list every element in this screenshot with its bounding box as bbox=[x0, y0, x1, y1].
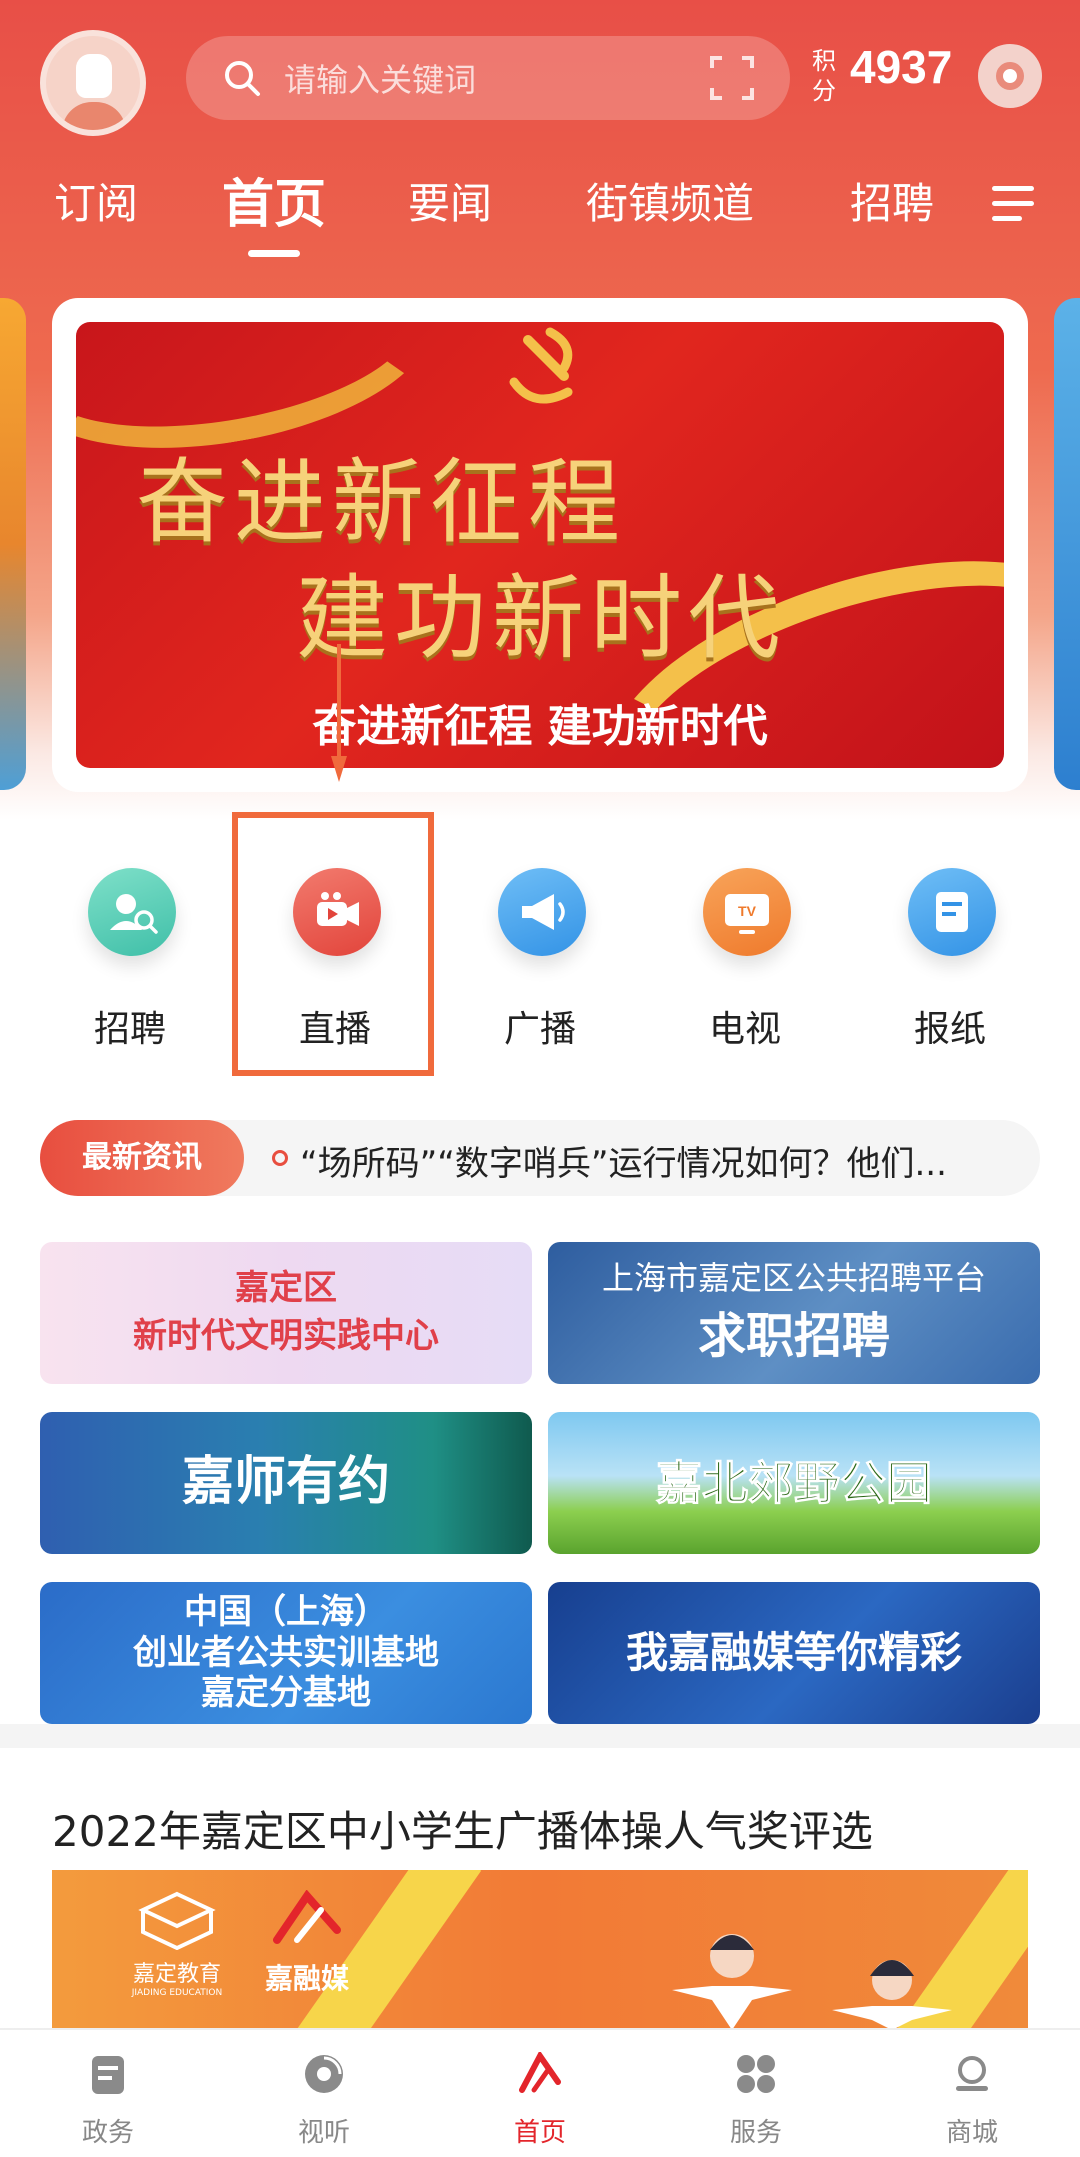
news-ticker[interactable]: 最新资讯 “场所码”“数字哨兵”运行情况如何？他们... bbox=[40, 1120, 1040, 1196]
banner-carousel[interactable]: 奋进新征程 建功新时代 奋进新征程 建功新时代 bbox=[76, 322, 1004, 768]
quick-link-tv[interactable]: TV 电视 bbox=[645, 830, 845, 1070]
banner-slogan-line1: 奋进新征程 bbox=[136, 449, 627, 556]
message-icon[interactable] bbox=[978, 44, 1042, 108]
points-value[interactable]: 4937 bbox=[850, 40, 952, 94]
section-divider bbox=[0, 1724, 1080, 1748]
rong-logo-text: 嘉融媒 bbox=[264, 1962, 349, 1995]
quick-link-label: 报纸 bbox=[913, 1009, 986, 1050]
nav-media[interactable]: 视听 bbox=[216, 2030, 432, 2157]
promo-training-base[interactable]: 中国（上海） 创业者公共实训基地 嘉定分基地 bbox=[40, 1582, 532, 1724]
promo-civilization-center[interactable]: 嘉定区 新时代文明实践中心 bbox=[40, 1242, 532, 1384]
quick-link-label: 电视 bbox=[708, 1009, 781, 1050]
avatar[interactable] bbox=[40, 30, 146, 136]
quick-link-label: 广播 bbox=[503, 1009, 576, 1050]
bottom-navigation: 政务 视听 首页 服务 商城 bbox=[0, 2028, 1080, 2157]
tv-icon: TV bbox=[703, 868, 791, 956]
banner-slogan-line2: 建功新时代 bbox=[296, 565, 787, 672]
grid-icon bbox=[737, 2055, 775, 2093]
quick-link-newspaper[interactable]: 报纸 bbox=[850, 830, 1050, 1070]
broadcast-megaphone-icon bbox=[498, 868, 586, 956]
edu-logo-text: 嘉定教育 bbox=[132, 1962, 221, 1987]
svg-text:TV: TV bbox=[738, 903, 757, 919]
home-logo-icon bbox=[519, 2052, 561, 2093]
top-bar: 请输入关键词 积分 4937 bbox=[0, 30, 1080, 140]
edu-logo-subtext: JIADING EDUCATION bbox=[131, 1988, 223, 1998]
newspaper-icon bbox=[908, 868, 996, 956]
tab-home[interactable]: 首页 bbox=[222, 162, 326, 237]
tab-town-channel[interactable]: 街镇频道 bbox=[586, 170, 754, 231]
tab-recruit[interactable]: 招聘 bbox=[850, 170, 934, 231]
nav-label: 政务 bbox=[81, 2118, 134, 2148]
tab-subscribe[interactable]: 订阅 bbox=[54, 170, 138, 231]
disc-icon bbox=[305, 2055, 343, 2093]
nav-mall[interactable]: 商城 bbox=[864, 2030, 1080, 2157]
nav-label: 服务 bbox=[729, 2118, 782, 2148]
nav-label: 视听 bbox=[297, 2118, 350, 2148]
search-bar[interactable]: 请输入关键词 bbox=[186, 36, 790, 120]
promo-title: 嘉师有约 bbox=[181, 1452, 390, 1513]
nav-label: 首页 bbox=[513, 2118, 566, 2148]
tab-news[interactable]: 要闻 bbox=[408, 170, 492, 231]
document-icon bbox=[92, 2056, 124, 2094]
nav-label: 商城 bbox=[945, 2118, 998, 2148]
promo-subtitle: 求职招聘 bbox=[697, 1308, 890, 1365]
channel-tabs: 订阅 首页 要闻 街镇频道 招聘 bbox=[0, 160, 1080, 260]
article-title[interactable]: 2022年嘉定区中小学生广播体操人气奖评选 bbox=[52, 1798, 873, 1859]
bullet-icon bbox=[272, 1150, 288, 1166]
promo-media-center[interactable]: 我嘉融媒等你精彩 bbox=[548, 1582, 1040, 1724]
promo-title: 嘉定区 bbox=[235, 1267, 337, 1308]
menu-icon[interactable] bbox=[990, 184, 1036, 224]
promo-country-park[interactable]: 嘉北郊野公园 bbox=[548, 1412, 1040, 1554]
search-icon bbox=[225, 61, 260, 96]
jiarongmei-logo: 嘉融媒 bbox=[252, 1889, 362, 2010]
scan-icon[interactable] bbox=[708, 54, 756, 102]
jiading-education-logo: 嘉定教育 JIADING EDUCATION bbox=[122, 1890, 232, 2010]
quick-link-label: 招聘 bbox=[93, 1009, 166, 1050]
active-tab-indicator bbox=[248, 250, 300, 257]
party-emblem-icon bbox=[509, 327, 573, 404]
nav-home[interactable]: 首页 bbox=[432, 2030, 648, 2157]
user-shop-icon bbox=[956, 2056, 988, 2091]
annotation-arrow-icon bbox=[331, 644, 347, 782]
ticker-headline[interactable]: “场所码”“数字哨兵”运行情况如何？他们... bbox=[300, 1136, 1030, 1185]
quick-links: 招聘 直播 广播 TV 电视 报纸 bbox=[0, 830, 1080, 1080]
carousel-next-card[interactable] bbox=[1054, 298, 1080, 790]
annotation-highlight-box bbox=[232, 812, 434, 1076]
banner-caption: 奋进新征程 建功新时代 bbox=[312, 701, 768, 752]
promo-subtitle: 新时代文明实践中心 bbox=[133, 1316, 439, 1357]
quick-link-broadcast[interactable]: 广播 bbox=[440, 830, 640, 1070]
search-placeholder: 请输入关键词 bbox=[284, 61, 477, 99]
student-illustration-icon bbox=[672, 1934, 952, 2030]
promo-title: 中国（上海） bbox=[184, 1591, 388, 1632]
promo-subtitle: 嘉定分基地 bbox=[201, 1673, 371, 1714]
article-cover-image[interactable]: 嘉定教育 JIADING EDUCATION 嘉融媒 bbox=[52, 1870, 1028, 2030]
promo-title: 我嘉融媒等你精彩 bbox=[625, 1627, 962, 1677]
carousel-prev-card[interactable] bbox=[0, 298, 26, 790]
promo-job-platform[interactable]: 上海市嘉定区公共招聘平台 求职招聘 bbox=[548, 1242, 1040, 1384]
points-label: 积分 bbox=[812, 47, 836, 105]
promo-title: 上海市嘉定区公共招聘平台 bbox=[601, 1258, 986, 1297]
quick-link-recruit[interactable]: 招聘 bbox=[30, 830, 230, 1070]
latest-news-badge: 最新资讯 bbox=[40, 1120, 244, 1196]
promo-teacher-appointment[interactable]: 嘉师有约 bbox=[40, 1412, 532, 1554]
nav-government[interactable]: 政务 bbox=[0, 2030, 216, 2157]
promo-title: 嘉北郊野公园 bbox=[656, 1455, 933, 1510]
promo-subtitle: 创业者公共实训基地 bbox=[133, 1632, 439, 1673]
nav-services[interactable]: 服务 bbox=[648, 2030, 864, 2157]
recruit-icon bbox=[88, 868, 176, 956]
